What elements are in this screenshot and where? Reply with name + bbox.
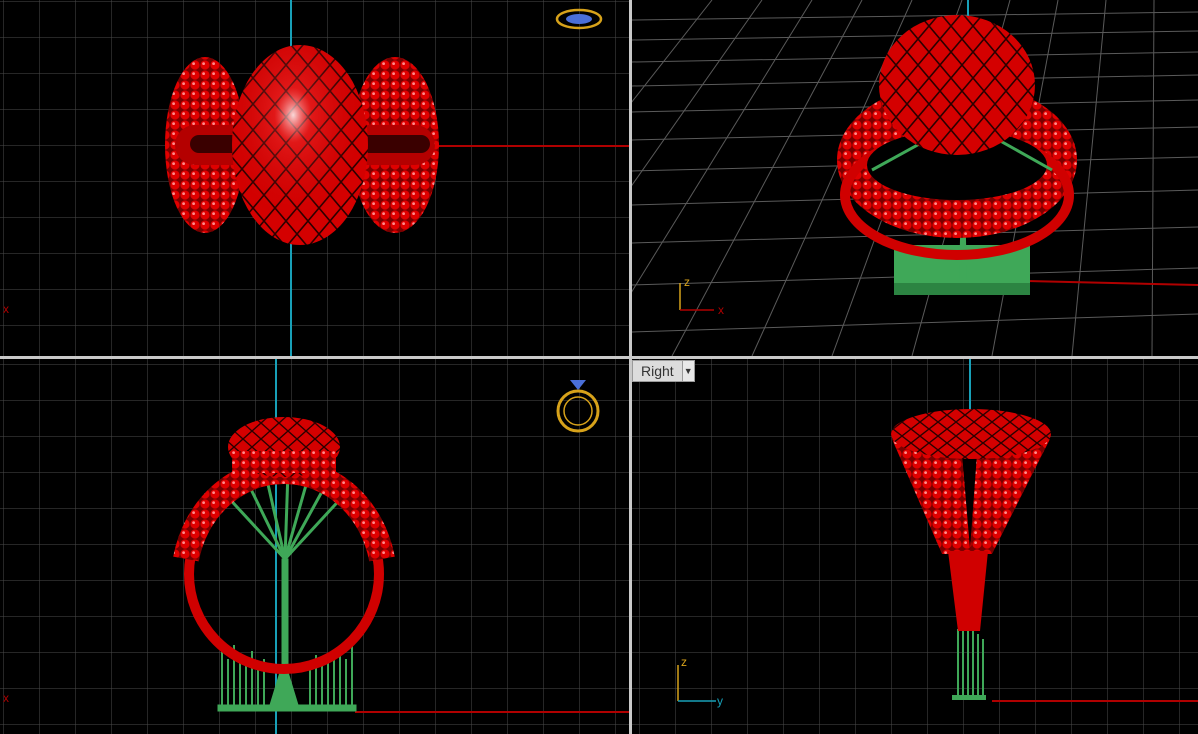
- z-axis-label: z: [684, 275, 690, 289]
- viewport-front[interactable]: x: [0, 359, 629, 734]
- ring-model-perspective[interactable]: [837, 15, 1077, 260]
- x-axis-marker: x: [3, 302, 9, 316]
- viewport-label-text[interactable]: Right: [633, 361, 682, 381]
- ring-model-top[interactable]: [165, 45, 439, 245]
- viewport-top[interactable]: x: [0, 0, 629, 356]
- viewport-label-right[interactable]: Right ▼: [632, 360, 695, 382]
- x-axis-label: x: [718, 303, 724, 317]
- viewport-perspective[interactable]: z x: [632, 0, 1198, 356]
- y-axis-label: y: [717, 694, 723, 708]
- x-axis-line: [1026, 280, 1198, 286]
- top-view-canvas[interactable]: x: [0, 0, 629, 356]
- x-axis-marker: x: [3, 691, 9, 705]
- axis-triad-perspective: z x: [679, 275, 724, 317]
- horizontal-splitter[interactable]: [0, 356, 1198, 359]
- z-axis-label: z: [681, 655, 687, 669]
- viewport-right[interactable]: z y Right ▼: [632, 359, 1198, 734]
- front-view-canvas[interactable]: x: [0, 359, 629, 734]
- vertical-splitter[interactable]: [629, 0, 632, 734]
- perspective-view-canvas[interactable]: z x: [632, 0, 1198, 356]
- right-view-canvas[interactable]: z y: [632, 359, 1198, 734]
- grid: [632, 359, 1198, 734]
- chevron-down-icon[interactable]: ▼: [681, 361, 694, 381]
- grid: [0, 359, 629, 734]
